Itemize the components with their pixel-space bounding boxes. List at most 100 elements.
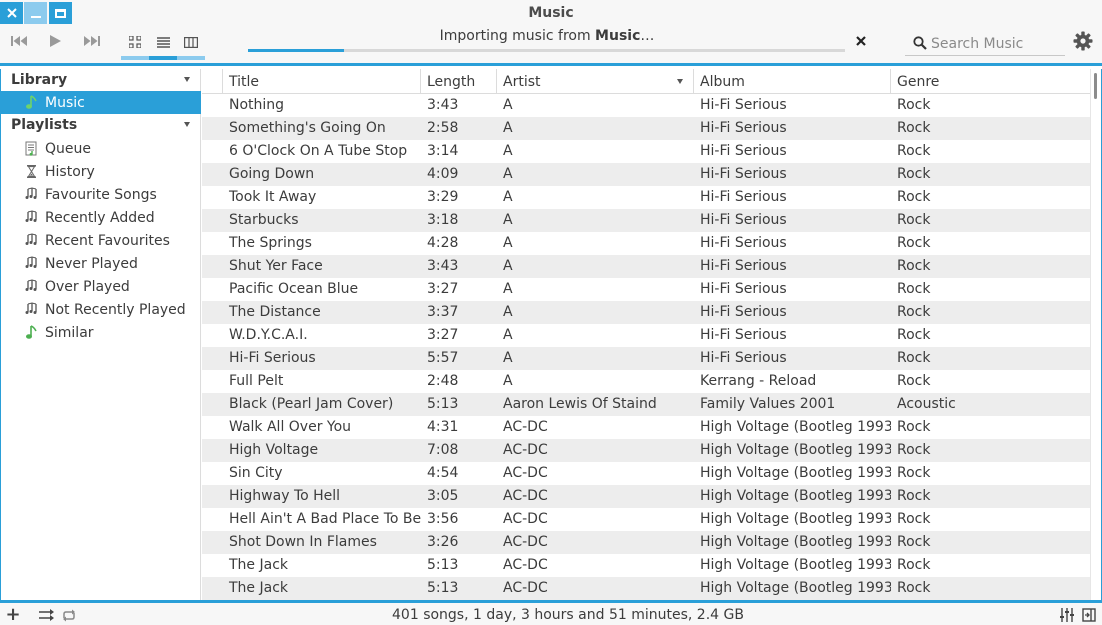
queue-icon xyxy=(25,141,37,156)
add-playlist-button[interactable]: + xyxy=(5,606,20,624)
cell-genre: Rock xyxy=(897,327,931,343)
column-header-album[interactable]: Album xyxy=(694,69,891,94)
column-header-playing[interactable] xyxy=(202,69,223,94)
cell-title: Hell Ain't A Bad Place To Be xyxy=(229,511,422,527)
column-header-artist[interactable]: Artist xyxy=(497,69,694,94)
cell-genre: Rock xyxy=(897,235,931,251)
table-row[interactable]: Shut Yer Face 3:43 A Hi-Fi Serious Rock xyxy=(202,255,1090,278)
sidebar-item-never-played[interactable]: Never Played xyxy=(1,252,201,275)
cell-title: Pacific Ocean Blue xyxy=(229,281,359,297)
shuffle-icon xyxy=(39,609,54,621)
cell-genre: Rock xyxy=(897,557,931,573)
sidebar-item-music[interactable]: Music xyxy=(1,91,201,114)
cell-genre: Rock xyxy=(897,373,931,389)
cell-title: The Jack xyxy=(229,580,289,596)
cell-artist: A xyxy=(503,281,513,297)
cell-title: Something's Going On xyxy=(229,120,386,136)
column-header-title[interactable]: Title xyxy=(223,69,421,94)
play-button[interactable] xyxy=(46,30,64,52)
grid-view-button[interactable] xyxy=(121,31,149,53)
cell-title: Shut Yer Face xyxy=(229,258,323,274)
list-view-button[interactable] xyxy=(149,31,177,53)
next-track-icon xyxy=(83,36,100,46)
table-row[interactable]: High Voltage 7:08 AC-DC High Voltage (Bootl… xyxy=(202,439,1090,462)
sidebar-item-label: Over Played xyxy=(45,278,130,295)
cell-genre: Rock xyxy=(897,143,931,159)
table-row[interactable]: Pacific Ocean Blue 3:27 A Hi-Fi Serious Rock xyxy=(202,278,1090,301)
column-view-button[interactable] xyxy=(177,31,205,53)
table-scrollbar[interactable] xyxy=(1090,69,1102,600)
table-row[interactable]: Hell Ain't A Bad Place To Be 3:56 AC-DC Hig… xyxy=(202,508,1090,531)
table-row[interactable]: The Springs 4:28 A Hi-Fi Serious Rock xyxy=(202,232,1090,255)
cell-genre: Rock xyxy=(897,465,931,481)
table-row[interactable]: Going Down 4:09 A Hi-Fi Serious Rock xyxy=(202,163,1090,186)
smart-playlist-icon xyxy=(25,256,37,268)
repeat-button[interactable] xyxy=(60,606,78,624)
view-switcher xyxy=(121,31,205,60)
cell-title: Shot Down In Flames xyxy=(229,534,377,550)
cell-genre: Rock xyxy=(897,419,931,435)
table-row[interactable]: Nothing 3:43 A Hi-Fi Serious Rock xyxy=(202,94,1090,117)
table-row[interactable]: Something's Going On 2:58 A Hi-Fi Serious Ro… xyxy=(202,117,1090,140)
table-row[interactable]: Hi-Fi Serious 5:57 A Hi-Fi Serious Rock xyxy=(202,347,1090,370)
cell-length: 3:14 xyxy=(427,143,459,159)
window-minimize-button[interactable] xyxy=(24,2,47,24)
table-row[interactable]: Took It Away 3:29 A Hi-Fi Serious Rock xyxy=(202,186,1090,209)
cell-genre: Rock xyxy=(897,120,931,136)
sidebar-section-library[interactable]: Library xyxy=(1,69,201,91)
cell-artist: AC-DC xyxy=(503,511,548,527)
cell-length: 3:29 xyxy=(427,189,459,205)
cell-genre: Acoustic xyxy=(897,396,956,412)
equalizer-button[interactable] xyxy=(1058,606,1076,624)
sidebar-item-queue[interactable]: Queue xyxy=(1,137,201,160)
previous-track-button[interactable] xyxy=(9,30,29,52)
sidebar-item-over-played[interactable]: Over Played xyxy=(1,275,201,298)
table-row[interactable]: Starbucks 3:18 A Hi-Fi Serious Rock xyxy=(202,209,1090,232)
scrollbar-thumb[interactable] xyxy=(1094,73,1097,99)
table-row[interactable]: Sin City 4:54 AC-DC High Voltage (Bootleg 1… xyxy=(202,462,1090,485)
column-header-length[interactable]: Length xyxy=(421,69,497,94)
table-row[interactable]: 6 O'Clock On A Tube Stop 3:14 A Hi-Fi Serio… xyxy=(202,140,1090,163)
cell-album: Hi-Fi Serious xyxy=(700,235,787,251)
sidebar-item-recently-added[interactable]: Recently Added xyxy=(1,206,201,229)
sidebar-section-playlists[interactable]: Playlists xyxy=(1,114,201,136)
info-panel-button[interactable] xyxy=(1080,606,1098,624)
window-close-button[interactable] xyxy=(0,2,23,24)
sidebar-item-similar[interactable]: Similar xyxy=(1,321,201,344)
cell-album: Hi-Fi Serious xyxy=(700,304,787,320)
smart-playlist-icon xyxy=(25,233,37,245)
sidebar-item-recent-favourites[interactable]: Recent Favourites xyxy=(1,229,201,252)
sidebar-section-label: Playlists xyxy=(11,117,78,133)
table-row[interactable]: W.D.Y.C.A.I. 3:27 A Hi-Fi Serious Rock xyxy=(202,324,1090,347)
repeat-icon xyxy=(63,609,75,621)
next-track-button[interactable] xyxy=(81,30,101,52)
table-row[interactable]: The Jack 5:13 AC-DC High Voltage (Bootleg 1… xyxy=(202,554,1090,577)
table-row[interactable]: Shot Down In Flames 3:26 AC-DC High Voltage… xyxy=(202,531,1090,554)
table-row[interactable]: The Jack 5:13 AC-DC High Voltage (Bootleg 1… xyxy=(202,577,1090,600)
cancel-import-button[interactable] xyxy=(851,31,871,51)
sidebar-item-label: Not Recently Played xyxy=(45,301,186,318)
cell-length: 3:56 xyxy=(427,511,459,527)
table-row[interactable]: The Distance 3:37 A Hi-Fi Serious Rock xyxy=(202,301,1090,324)
search-input[interactable] xyxy=(931,34,1061,54)
sidebar-item-history[interactable]: History xyxy=(1,160,201,183)
cell-title: Starbucks xyxy=(229,212,299,228)
table-row[interactable]: Full Pelt 2:48 A Kerrang - Reload Rock xyxy=(202,370,1090,393)
table-row[interactable]: Black (Pearl Jam Cover) 5:13 Aaron Lewis O… xyxy=(202,393,1090,416)
cell-album: Hi-Fi Serious xyxy=(700,350,787,366)
sidebar-item-favourite-songs[interactable]: Favourite Songs xyxy=(1,183,201,206)
shuffle-button[interactable] xyxy=(38,606,56,624)
window-maximize-button[interactable] xyxy=(49,2,72,24)
settings-button[interactable] xyxy=(1073,31,1093,51)
cell-album: Hi-Fi Serious xyxy=(700,281,787,297)
cell-length: 4:28 xyxy=(427,235,459,251)
cell-length: 4:09 xyxy=(427,166,459,182)
cell-length: 4:31 xyxy=(427,419,459,435)
column-header-genre[interactable]: Genre xyxy=(891,69,1090,94)
table-row[interactable]: Walk All Over You 4:31 AC-DC High Voltage (… xyxy=(202,416,1090,439)
table-row[interactable]: Highway To Hell 3:05 AC-DC High Voltage (Bo… xyxy=(202,485,1090,508)
sidebar-item-not-recently-played[interactable]: Not Recently Played xyxy=(1,298,201,321)
cell-artist: A xyxy=(503,258,513,274)
cell-title: Full Pelt xyxy=(229,373,284,389)
cell-genre: Rock xyxy=(897,166,931,182)
